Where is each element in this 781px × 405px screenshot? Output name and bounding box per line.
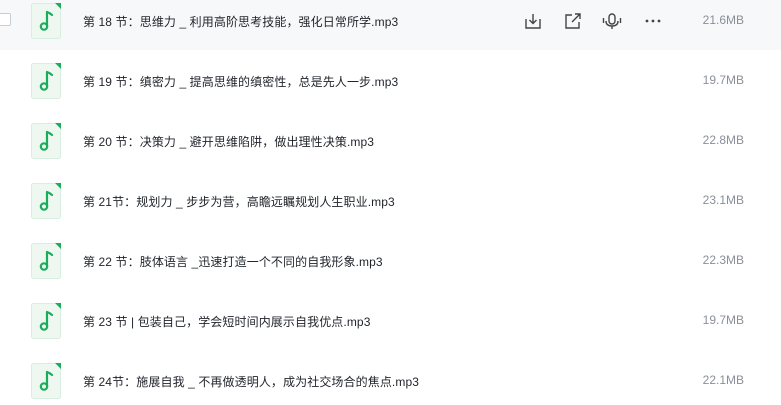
file-name[interactable]: 第 21节：规划力 _ 步步为营，高瞻远瞩规划人生职业.mp3 [83,193,395,210]
file-row[interactable]: 第 22 节：肢体语言 _迅速打造一个不同的自我形象.mp3 22.3MB [0,240,781,300]
file-name[interactable]: 第 19 节：缜密力 _ 提高思维的缜密性，总是先人一步.mp3 [83,73,398,90]
file-row[interactable]: 第 19 节：缜密力 _ 提高思维的缜密性，总是先人一步.mp3 19.7MB [0,60,781,120]
audio-file-icon [31,303,61,339]
file-name[interactable]: 第 23 节 | 包装自己，学会短时间内展示自我优点.mp3 [83,313,370,330]
file-list: 第 18 节：思维力 _ 利用高阶思考技能，强化日常所学.mp3 21.6MB … [0,0,781,405]
file-size: 19.7MB [702,73,744,87]
audio-file-icon [31,363,61,399]
more-icon[interactable] [643,11,663,31]
file-size: 22.8MB [702,133,744,147]
file-row[interactable]: 第 18 节：思维力 _ 利用高阶思考技能，强化日常所学.mp3 21.6MB [0,0,781,50]
audio-file-icon [31,63,61,99]
file-name[interactable]: 第 24节：施展自我 _ 不再做透明人，成为社交场合的焦点.mp3 [83,373,419,390]
audio-file-icon [31,183,61,219]
audio-file-icon [31,3,61,39]
file-size: 23.1MB [702,193,744,207]
file-size: 19.7MB [702,313,744,327]
file-row[interactable]: 第 23 节 | 包装自己，学会短时间内展示自我优点.mp3 19.7MB [0,300,781,360]
file-row[interactable]: 第 21节：规划力 _ 步步为营，高瞻远瞩规划人生职业.mp3 23.1MB [0,180,781,240]
file-size: 21.6MB [702,13,744,27]
file-name[interactable]: 第 18 节：思维力 _ 利用高阶思考技能，强化日常所学.mp3 [83,13,398,30]
share-icon[interactable] [563,11,583,31]
row-checkbox[interactable] [0,13,11,26]
voice-icon[interactable] [602,11,622,31]
file-name[interactable]: 第 22 节：肢体语言 _迅速打造一个不同的自我形象.mp3 [83,253,383,270]
audio-file-icon [31,123,61,159]
download-icon[interactable] [523,11,543,31]
audio-file-icon [31,243,61,279]
file-row[interactable]: 第 20 节：决策力 _ 避开思维陷阱，做出理性决策.mp3 22.8MB [0,120,781,180]
file-size: 22.3MB [702,253,744,267]
file-name[interactable]: 第 20 节：决策力 _ 避开思维陷阱，做出理性决策.mp3 [83,133,374,150]
file-row[interactable]: 第 24节：施展自我 _ 不再做透明人，成为社交场合的焦点.mp3 22.1MB [0,360,781,405]
file-size: 22.1MB [702,373,744,387]
